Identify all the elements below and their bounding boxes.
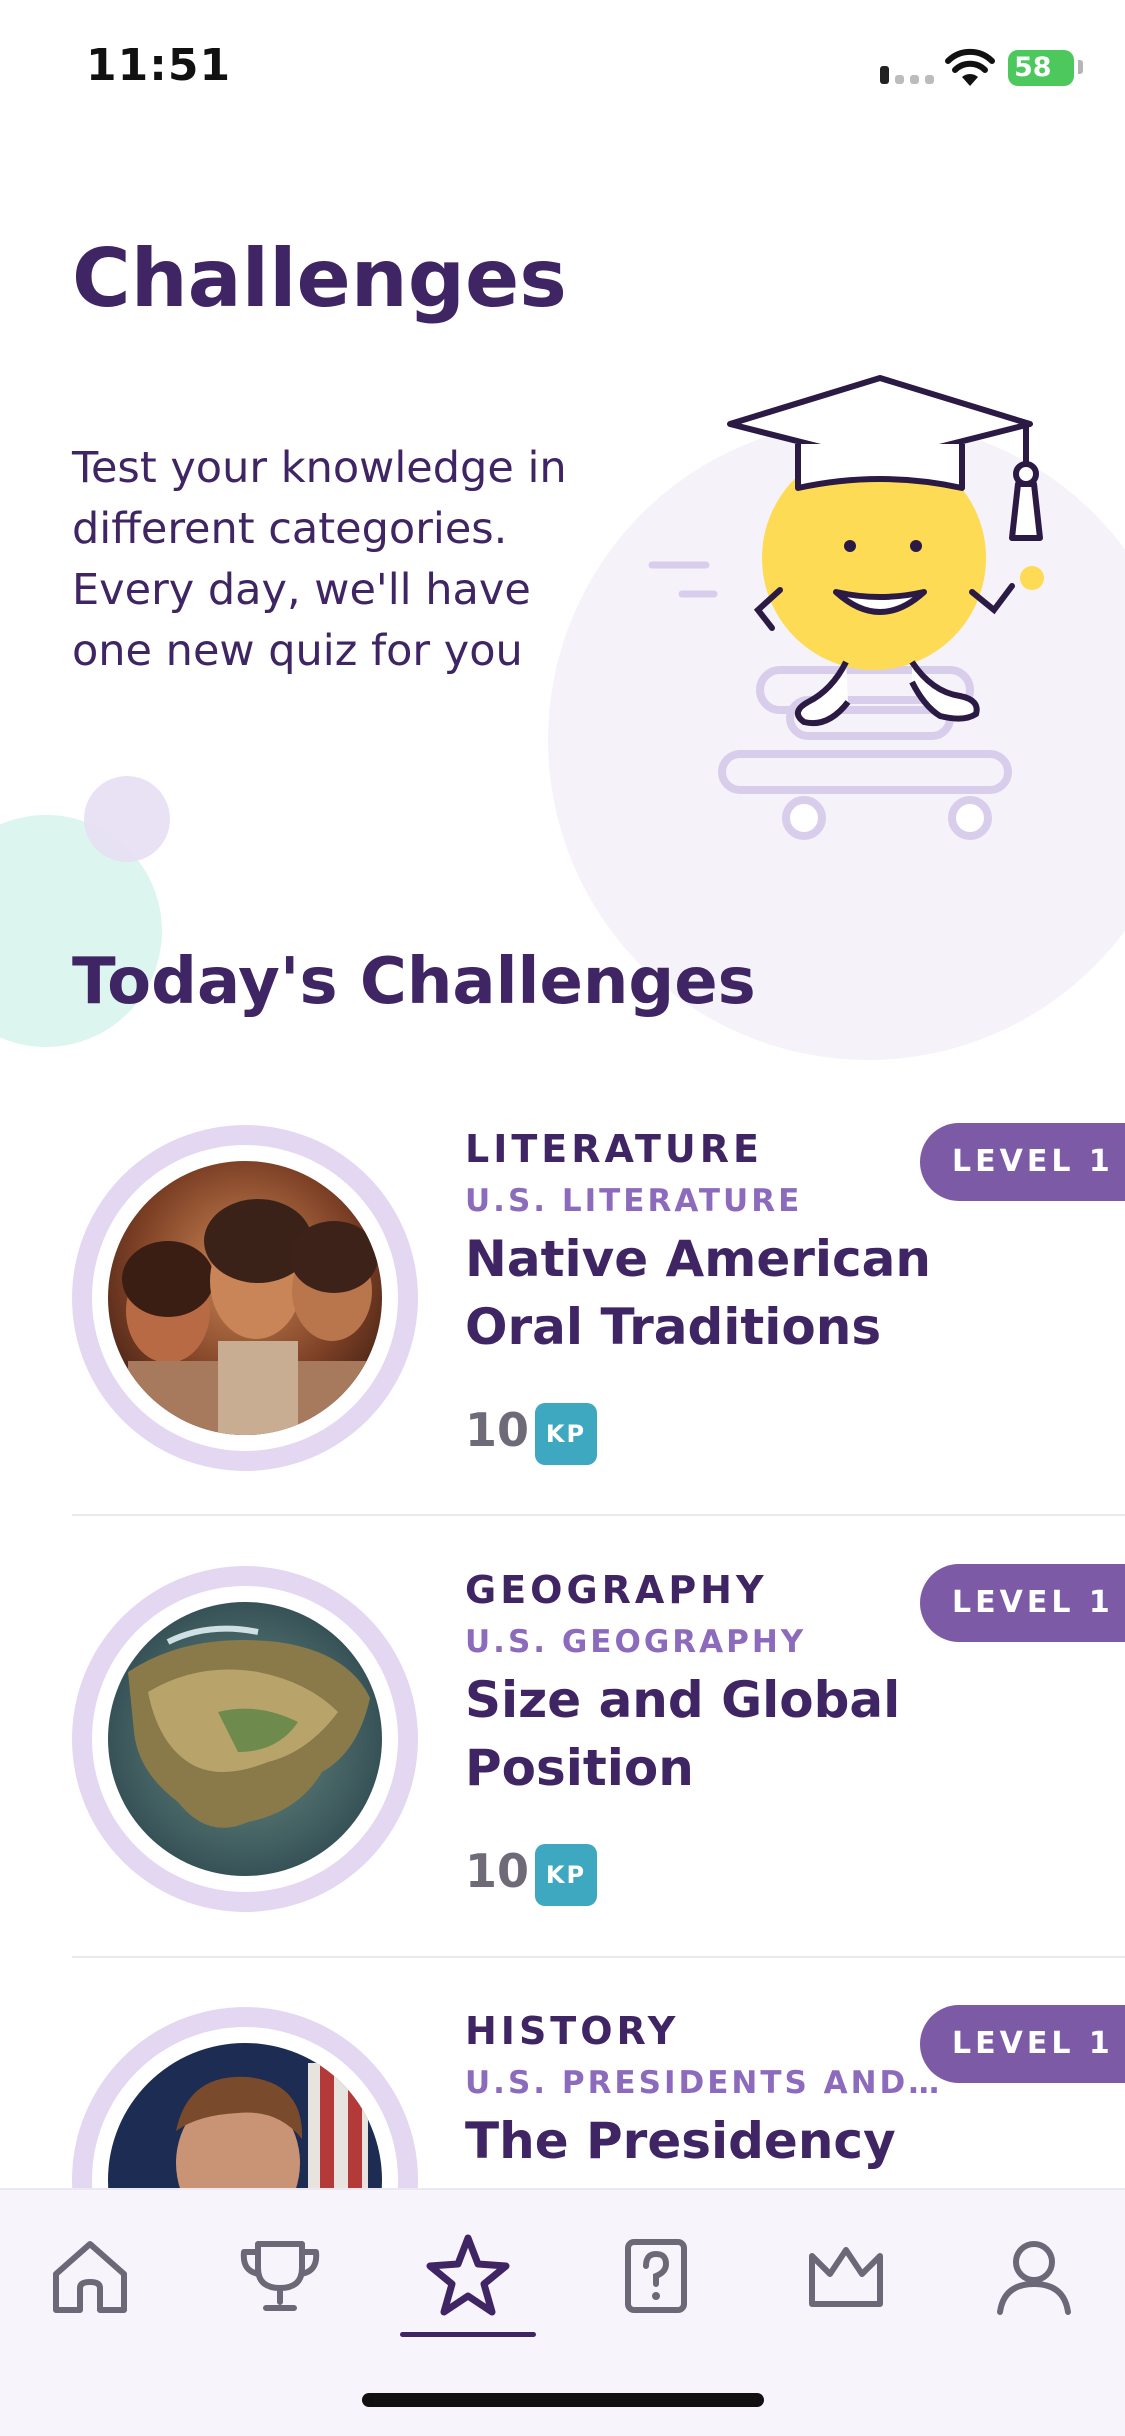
trophy-icon [240, 2241, 320, 2311]
section-title: Today's Challenges [72, 945, 756, 1019]
challenge-title: Native American Oral Traditions [465, 1230, 932, 1356]
tab-profile[interactable] [984, 2226, 1084, 2326]
challenge-card[interactable]: LITERATURE U.S. LITERATURE Native Americ… [72, 1123, 1125, 1565]
skateboarding-mascot-illustration [648, 375, 1044, 840]
list-divider [72, 1514, 1125, 1516]
challenges-screen: 11:51 58 Challenges Test your knowledge … [0, 0, 1125, 2436]
tab-leaderboard[interactable] [796, 2226, 896, 2326]
challenge-subcategory: U.S. GEOGRAPHY [465, 1624, 807, 1660]
challenge-subcategory: U.S. PRESIDENTS AND… [465, 2065, 943, 2101]
page-title: Challenges [72, 232, 567, 325]
wifi-icon [945, 48, 995, 86]
home-indicator[interactable] [362, 2393, 764, 2407]
quiz-icon [625, 2239, 687, 2313]
tab-home[interactable] [40, 2226, 140, 2326]
tab-trophy[interactable] [230, 2226, 330, 2326]
battery-level: 58 [1014, 52, 1052, 83]
challenge-category: LITERATURE [465, 1127, 763, 1171]
challenge-image [108, 1602, 382, 1876]
crown-icon [809, 2247, 883, 2307]
status-time: 11:51 [86, 40, 232, 91]
level-badge: LEVEL 1 [920, 2005, 1125, 2083]
active-tab-indicator [400, 2332, 536, 2337]
kp-badge: KP [535, 1844, 597, 1906]
challenge-category: GEOGRAPHY [465, 1568, 768, 1612]
home-icon [53, 2241, 127, 2313]
challenge-image [108, 1161, 382, 1435]
map-relief-image [108, 1602, 382, 1876]
profile-icon [997, 2241, 1071, 2315]
tab-challenges[interactable] [418, 2226, 518, 2326]
level-badge: LEVEL 1 [920, 1123, 1125, 1201]
cellular-signal-icon [880, 66, 934, 84]
kp-badge: KP [535, 1403, 597, 1465]
status-bar: 11:51 58 [0, 0, 1125, 140]
star-icon [426, 2234, 510, 2316]
decorative-lilac-circle [84, 776, 170, 862]
challenge-category: HISTORY [465, 2009, 680, 2053]
intro-text: Test your knowledge in different categor… [72, 443, 567, 676]
battery-cap [1078, 60, 1083, 74]
challenge-card[interactable]: GEOGRAPHY U.S. GEOGRAPHY Size and Global… [72, 1564, 1125, 2006]
challenge-subcategory: U.S. LITERATURE [465, 1183, 803, 1219]
challenge-points: 10 [465, 1844, 530, 1898]
challenge-title: The Presidency [465, 2112, 896, 2170]
children-storytelling-image [108, 1161, 382, 1435]
challenge-title: Size and Global Position [465, 1671, 901, 1797]
challenge-points: 10 [465, 1403, 530, 1457]
tab-quiz[interactable] [606, 2226, 706, 2326]
list-divider [72, 1956, 1125, 1958]
level-badge: LEVEL 1 [920, 1564, 1125, 1642]
